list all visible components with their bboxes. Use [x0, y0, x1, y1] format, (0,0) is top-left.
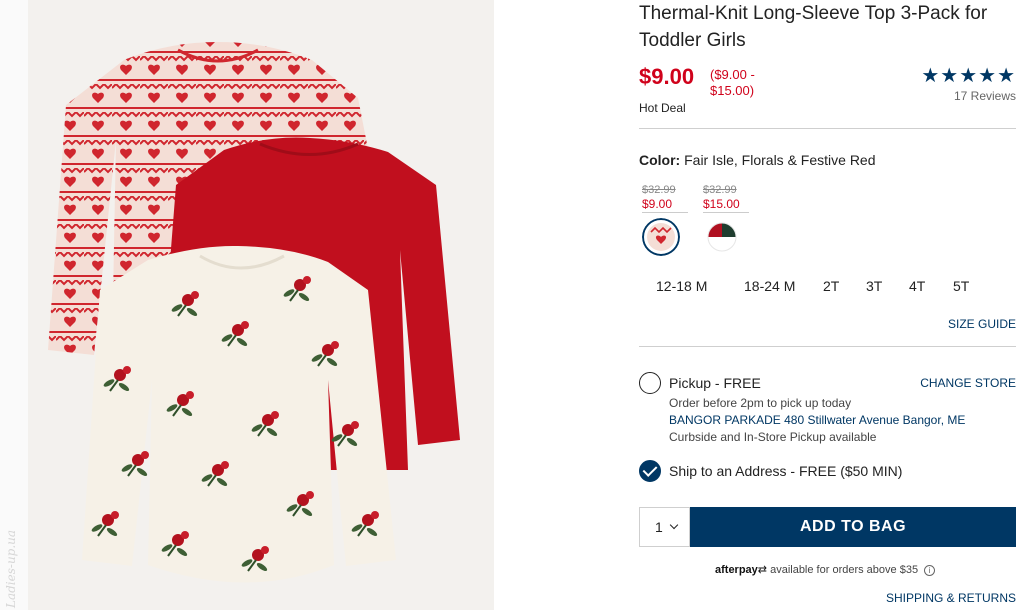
swatch-sale-price: $9.00: [642, 197, 688, 213]
size-guide-link[interactable]: SIZE GUIDE: [948, 317, 1016, 331]
afterpay-logo: afterpay: [715, 564, 758, 576]
pickup-radio[interactable]: [639, 372, 661, 394]
floral-shirt: [82, 245, 396, 583]
product-title: Thermal-Knit Long-Sleeve Top 3-Pack for …: [639, 3, 988, 51]
ship-radio-checked[interactable]: [639, 460, 661, 482]
afterpay-text: available for orders above $35: [770, 564, 919, 576]
current-price: $9.00: [639, 64, 695, 89]
color-label: Color:: [639, 152, 681, 168]
shipping-returns-link[interactable]: SHIPPING & RETURNS: [886, 591, 1016, 605]
afterpay-note: afterpay⇄ available for orders above $35…: [715, 563, 936, 576]
swatch-original-price: $32.99: [703, 184, 737, 196]
size-option-12-18m[interactable]: 12-18 M: [656, 278, 707, 294]
change-store-link[interactable]: CHANGE STORE: [920, 376, 1016, 390]
pickup-order-before: Order before 2pm to pick up today: [669, 396, 852, 410]
size-option-3t[interactable]: 3T: [866, 278, 882, 294]
watermark: Ladies-up.ua: [4, 529, 18, 608]
color-selection-label: Color: Fair Isle, Florals & Festive Red: [639, 152, 876, 168]
swatch-fair-isle-icon[interactable]: [642, 218, 680, 256]
swatch-original-price: $32.99: [642, 184, 676, 196]
left-margin: Ladies-up.ua: [0, 0, 28, 610]
size-selector: 12-18 M 18-24 M 2T 3T 4T 5T: [639, 278, 1016, 298]
swatch-option-fair-isle[interactable]: $32.99 $9.00: [642, 184, 688, 256]
color-value: Fair Isle, Florals & Festive Red: [684, 152, 876, 168]
afterpay-arrows-icon: ⇄: [757, 564, 768, 576]
quantity-select[interactable]: 1: [639, 507, 690, 547]
divider: [639, 346, 1016, 347]
rating-stars-icon[interactable]: ★★★★★: [921, 63, 1016, 88]
info-icon[interactable]: i: [924, 564, 936, 576]
quantity-value: 1: [655, 519, 663, 535]
ship-label[interactable]: Ship to an Address - FREE ($50 MIN): [669, 463, 902, 479]
swatch-sale-price: $15.00: [703, 197, 749, 213]
deal-label: Hot Deal: [639, 101, 686, 115]
size-option-4t[interactable]: 4T: [909, 278, 925, 294]
pickup-note: Curbside and In-Store Pickup available: [669, 430, 877, 444]
reviews-link[interactable]: 17 Reviews: [954, 89, 1016, 103]
price-range: ($9.00 - $15.00): [710, 67, 755, 98]
chevron-down-icon: [669, 520, 679, 530]
size-option-18-24m[interactable]: 18-24 M: [744, 278, 795, 294]
product-image[interactable]: [28, 0, 494, 610]
size-option-5t[interactable]: 5T: [953, 278, 969, 294]
swatch-green-red-icon[interactable]: [703, 218, 741, 256]
swatch-option-green-red[interactable]: $32.99 $15.00: [703, 184, 749, 252]
size-option-2t[interactable]: 2T: [823, 278, 839, 294]
pickup-label[interactable]: Pickup - FREE: [669, 375, 761, 391]
add-to-bag-button[interactable]: ADD TO BAG: [690, 507, 1016, 547]
divider: [639, 128, 1016, 129]
store-address: BANGOR PARKADE 480 Stillwater Avenue Ban…: [669, 413, 966, 427]
product-photo: [48, 42, 460, 583]
